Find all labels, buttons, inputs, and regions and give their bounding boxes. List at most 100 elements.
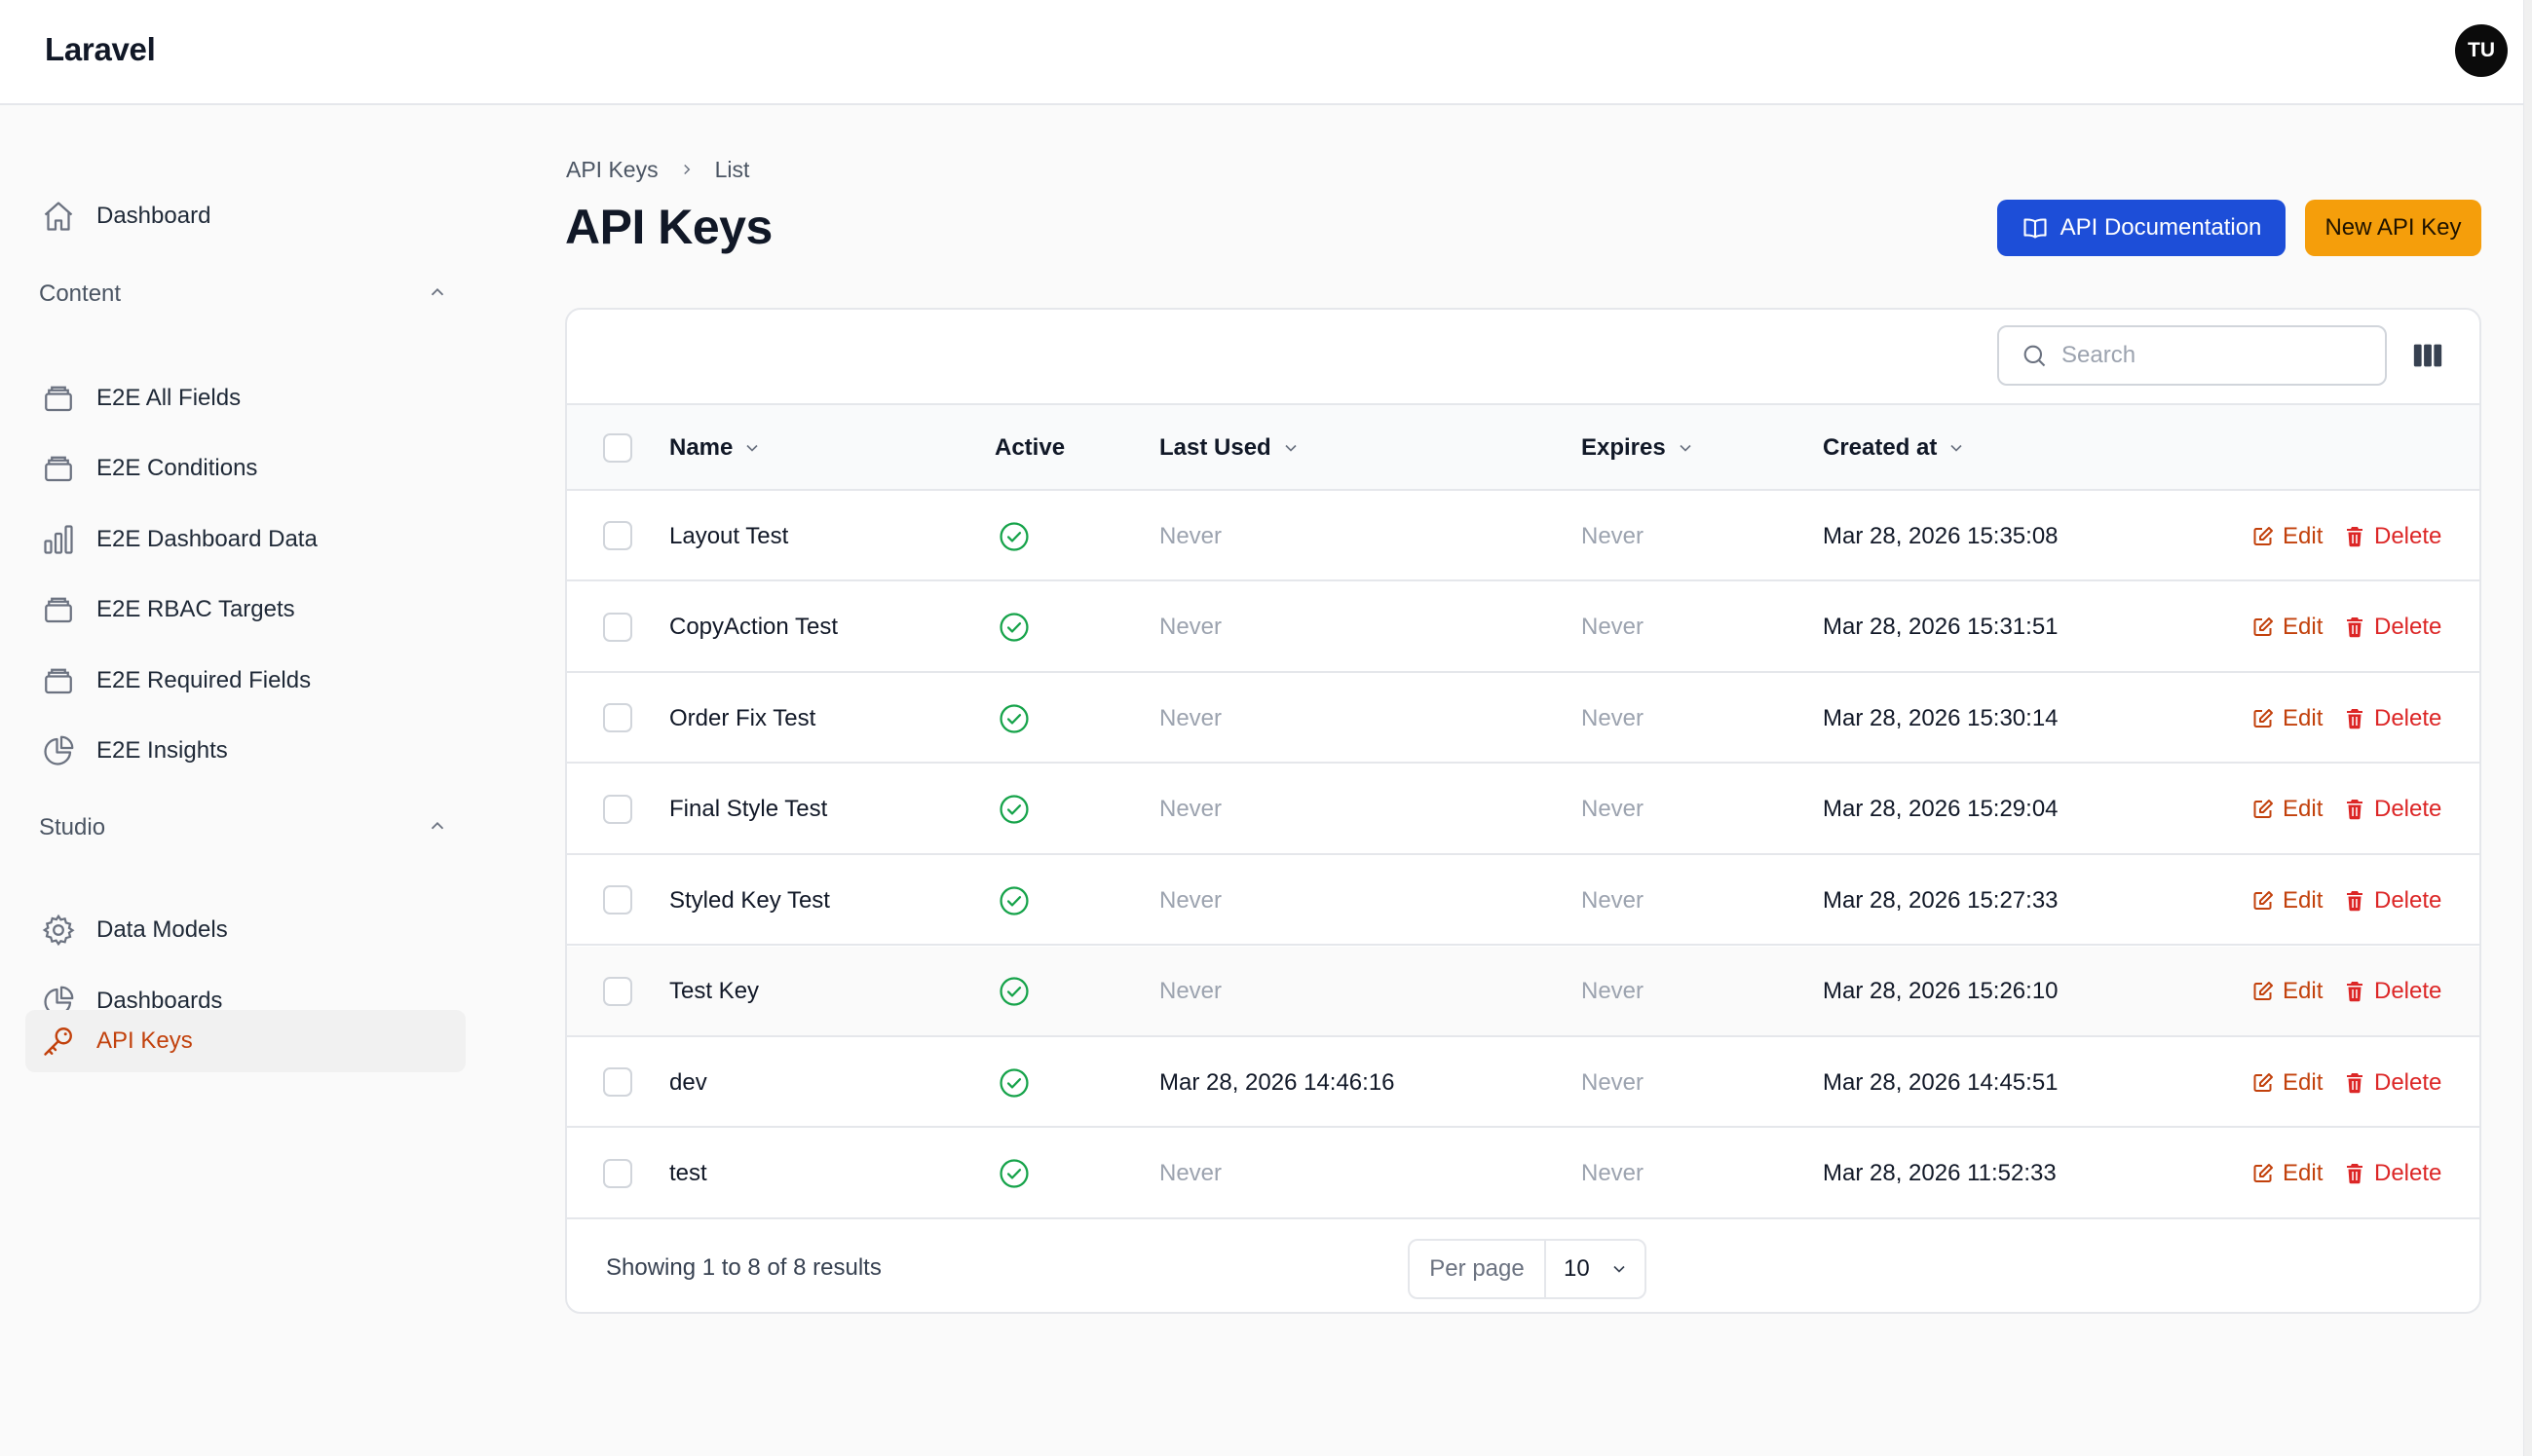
api-documentation-button[interactable]: API Documentation: [1997, 200, 2286, 256]
search-input[interactable]: [2061, 342, 2373, 369]
trash-icon: [2343, 616, 2366, 639]
column-toggle-icon[interactable]: [2411, 339, 2444, 372]
edit-icon: [2251, 798, 2275, 821]
sidebar-item-label: E2E Conditions: [96, 455, 258, 481]
column-header-label: Last Used: [1159, 434, 1271, 461]
edit-label: Edit: [2283, 978, 2324, 1004]
scrollbar[interactable]: [2523, 0, 2532, 1456]
chevron-up-icon: [427, 815, 448, 841]
row-checkbox[interactable]: [603, 885, 632, 915]
column-header-expires[interactable]: Expires: [1581, 405, 1695, 491]
edit-button[interactable]: Edit: [2251, 582, 2323, 673]
row-checkbox[interactable]: [603, 703, 632, 732]
created-at: Mar 28, 2026 14:45:51: [1823, 1068, 2059, 1096]
edit-button[interactable]: Edit: [2251, 765, 2323, 855]
sidebar-group-label: Content: [39, 280, 122, 307]
delete-button[interactable]: Delete: [2343, 1037, 2441, 1128]
sidebar-item-e2e-conditions[interactable]: E2E Conditions: [25, 437, 466, 500]
table-row[interactable]: test Never Never Mar 28, 2026 11:52:33 Edit D…: [567, 1129, 2479, 1219]
column-header-last-used[interactable]: Last Used: [1159, 405, 1301, 491]
last-used: Never: [1159, 704, 1223, 731]
brand-logo[interactable]: Laravel: [45, 31, 156, 68]
select-all-checkbox[interactable]: [603, 433, 632, 463]
edit-button[interactable]: Edit: [2251, 947, 2323, 1037]
per-page-select[interactable]: 10: [1546, 1241, 1644, 1297]
sidebar-item-e2e-required-fields[interactable]: E2E Required Fields: [25, 650, 466, 712]
table-row[interactable]: Final Style Test Never Never Mar 28, 2026 1…: [567, 765, 2479, 855]
edit-button[interactable]: Edit: [2251, 673, 2323, 764]
sidebar-item-e2e-insights[interactable]: E2E Insights: [25, 720, 466, 782]
book-open-icon: [2022, 214, 2049, 242]
sidebar-item-e2e-rbac-targets[interactable]: E2E RBAC Targets: [25, 579, 466, 641]
new-api-key-button[interactable]: New API Key: [2305, 200, 2481, 256]
table-footer: Showing 1 to 8 of 8 results Per page 10: [567, 1220, 2479, 1312]
delete-button[interactable]: Delete: [2343, 1129, 2441, 1219]
search-box[interactable]: [1997, 325, 2387, 386]
table-row[interactable]: Order Fix Test Never Never Mar 28, 2026 15:…: [567, 673, 2479, 764]
delete-button[interactable]: Delete: [2343, 855, 2441, 946]
api-keys-table-card: Name Active Last Used Expires Created at…: [565, 308, 2481, 1314]
table-row[interactable]: Test Key Never Never Mar 28, 2026 15:26:10 E…: [567, 946, 2479, 1037]
edit-button[interactable]: Edit: [2251, 491, 2323, 581]
expires: Never: [1581, 1160, 1644, 1186]
trash-icon: [2343, 798, 2366, 821]
breadcrumb-link-api-keys[interactable]: API Keys: [566, 157, 659, 183]
table-toolbar: [567, 310, 2479, 405]
top-bar: Laravel TU: [0, 0, 2532, 105]
page-title: API Keys: [565, 200, 773, 254]
table-row[interactable]: dev Mar 28, 2026 14:46:16 Never Mar 28, 202…: [567, 1037, 2479, 1128]
active-check-icon: [998, 1037, 1031, 1128]
row-checkbox[interactable]: [603, 521, 632, 550]
row-checkbox[interactable]: [603, 794, 632, 824]
sidebar-item-dashboard[interactable]: Dashboard: [25, 185, 466, 247]
expires: Never: [1581, 614, 1644, 640]
edit-icon: [2251, 616, 2275, 639]
stack-icon: [39, 661, 78, 700]
row-checkbox[interactable]: [603, 1067, 632, 1097]
expires: Never: [1581, 978, 1644, 1004]
created-at: Mar 28, 2026 15:27:33: [1823, 886, 2059, 914]
column-header-active: Active: [995, 405, 1065, 491]
delete-button[interactable]: Delete: [2343, 673, 2441, 764]
search-icon: [2021, 342, 2048, 369]
user-avatar[interactable]: TU: [2455, 24, 2508, 77]
row-checkbox[interactable]: [603, 1158, 632, 1188]
sidebar-item-e2e-dashboard-data[interactable]: E2E Dashboard Data: [25, 508, 466, 571]
trash-icon: [2343, 1071, 2366, 1095]
key-name: Styled Key Test: [669, 886, 830, 914]
edit-button[interactable]: Edit: [2251, 1037, 2323, 1128]
sidebar-group-studio[interactable]: Studio: [39, 806, 448, 849]
key-name: Layout Test: [669, 522, 789, 549]
key-name: Test Key: [669, 978, 760, 1004]
delete-label: Delete: [2374, 796, 2442, 822]
delete-button[interactable]: Delete: [2343, 491, 2441, 581]
active-check-icon: [998, 582, 1031, 673]
key-name: test: [669, 1160, 707, 1186]
column-header-created-at[interactable]: Created at: [1823, 405, 1966, 491]
edit-label: Edit: [2283, 522, 2324, 549]
table-row[interactable]: CopyAction Test Never Never Mar 28, 2026 15…: [567, 582, 2479, 673]
column-header-name[interactable]: Name: [669, 405, 762, 491]
trash-icon: [2343, 525, 2366, 548]
delete-button[interactable]: Delete: [2343, 765, 2441, 855]
delete-button[interactable]: Delete: [2343, 947, 2441, 1037]
edit-icon: [2251, 1162, 2275, 1185]
chevron-down-icon: [1609, 1259, 1629, 1279]
sidebar-item-label: Dashboard: [96, 203, 211, 229]
last-used: Never: [1159, 614, 1223, 640]
delete-button[interactable]: Delete: [2343, 582, 2441, 673]
table-row[interactable]: Styled Key Test Never Never Mar 28, 2026 15…: [567, 855, 2479, 946]
row-checkbox[interactable]: [603, 612, 632, 642]
sidebar-item-label: E2E Required Fields: [96, 667, 312, 693]
row-checkbox[interactable]: [603, 976, 632, 1006]
table-row[interactable]: Layout Test Never Never Mar 28, 2026 15:35:…: [567, 491, 2479, 581]
sidebar-item-api-keys[interactable]: API Keys: [25, 1010, 466, 1072]
edit-button[interactable]: Edit: [2251, 855, 2323, 946]
created-at: Mar 28, 2026 15:26:10: [1823, 978, 2059, 1004]
sidebar-group-content[interactable]: Content: [39, 273, 448, 316]
delete-label: Delete: [2374, 1068, 2442, 1096]
sidebar-item-data-models[interactable]: Data Models: [25, 899, 466, 961]
edit-button[interactable]: Edit: [2251, 1129, 2323, 1219]
sidebar-item-e2e-all-fields[interactable]: E2E All Fields: [25, 367, 466, 429]
column-header-label: Name: [669, 434, 734, 461]
